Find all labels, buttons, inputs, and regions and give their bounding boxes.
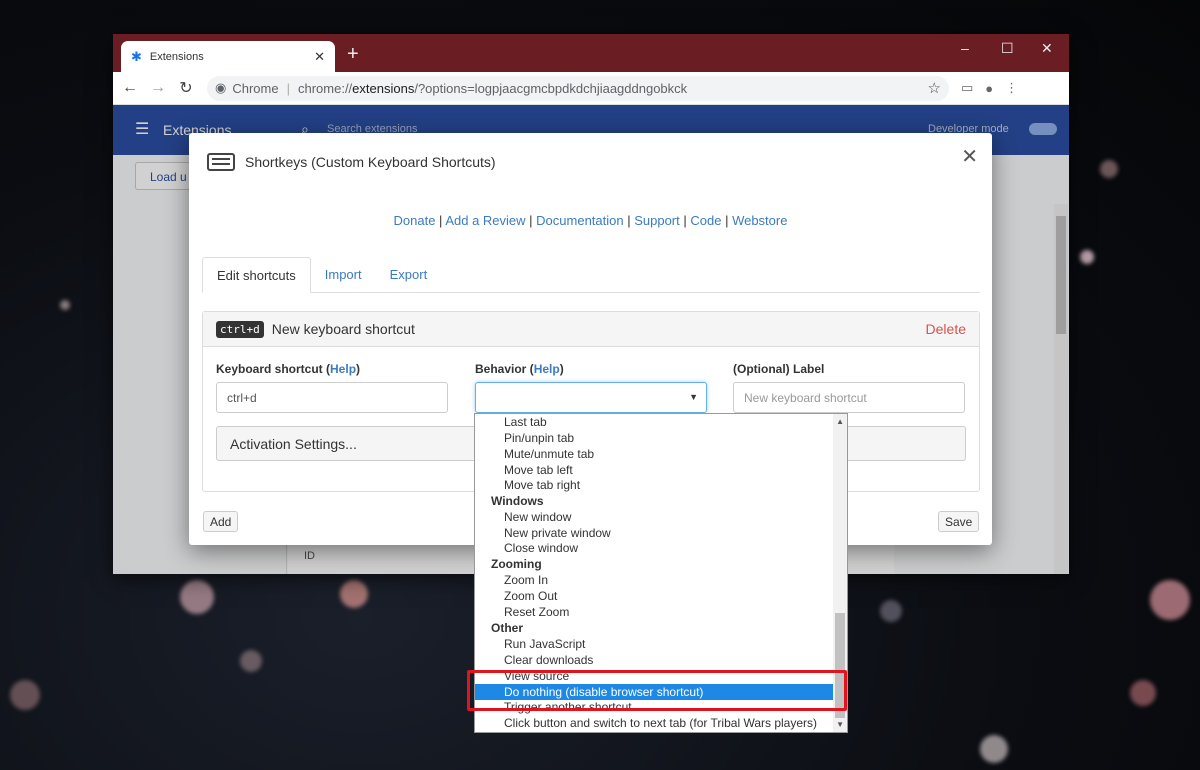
option-run-javascript[interactable]: Run JavaScript [475,636,833,652]
delete-link[interactable]: Delete [926,321,966,337]
option-move-tab-left[interactable]: Move tab left [475,462,833,478]
title-bar: ✱ Extensions ✕ + – ☐ ✕ [113,34,1069,72]
forward-icon[interactable]: → [147,79,169,97]
shortcut-title: New keyboard shortcut [272,321,415,337]
menu-dots-icon[interactable]: ⋮ [1005,80,1018,96]
option-last-tab[interactable]: Last tab [475,414,833,430]
option-close-window[interactable]: Close window [475,540,833,556]
bokeh-light [880,600,902,622]
tab-extensions[interactable]: ✱ Extensions ✕ [121,41,335,72]
url-text: chrome://extensions/?options=logpjaacgmc… [298,81,687,96]
close-tab-icon[interactable]: ✕ [314,49,325,65]
new-tab-button[interactable]: + [347,43,359,66]
link-documentation[interactable]: Documentation [536,213,623,228]
option-move-tab-right[interactable]: Move tab right [475,477,833,493]
dropdown-arrow-icon: ▼ [689,392,698,402]
group-zooming: Zooming [475,556,833,572]
bokeh-light [1130,680,1156,706]
extension-icon[interactable]: ▭ [961,80,973,96]
bokeh-light [10,680,40,710]
keyboard-shortcut-label: Keyboard shortcut (Help) [216,362,360,376]
option-pin-tab[interactable]: Pin/unpin tab [475,430,833,446]
dialog-title: Shortkeys (Custom Keyboard Shortcuts) [207,153,496,171]
dialog-tabs: Edit shortcuts Import Export [202,257,980,293]
group-windows: Windows [475,493,833,509]
link-code[interactable]: Code [690,213,721,228]
option-new-window[interactable]: New window [475,509,833,525]
bokeh-light [240,650,262,672]
bokeh-light [60,300,70,310]
behavior-label: Behavior (Help) [475,362,564,376]
keyboard-shortcut-field[interactable]: ctrl+d [216,382,448,413]
group-other: Other [475,620,833,636]
option-clear-downloads[interactable]: Clear downloads [475,652,833,668]
link-donate[interactable]: Donate [394,213,436,228]
option-zoom-out[interactable]: Zoom Out [475,588,833,604]
tab-edit-shortcuts[interactable]: Edit shortcuts [202,257,311,293]
reload-icon[interactable]: ↻ [175,78,197,98]
address-bar[interactable]: ◉ Chrome | chrome://extensions/?options=… [207,76,949,101]
help-link[interactable]: Help [330,362,356,376]
option-new-private-window[interactable]: New private window [475,525,833,541]
bokeh-light [980,735,1008,763]
option-zoom-in[interactable]: Zoom In [475,572,833,588]
dialog-title-text: Shortkeys (Custom Keyboard Shortcuts) [245,154,496,170]
bokeh-light [340,580,368,608]
bokeh-light [180,580,214,614]
close-window-button[interactable]: ✕ [1041,40,1053,57]
scroll-down-icon[interactable]: ▼ [836,720,844,729]
behavior-select[interactable]: ▼ [475,382,707,413]
add-button[interactable]: Add [203,511,238,532]
maximize-button[interactable]: ☐ [1001,40,1014,57]
separator: | [287,81,290,96]
bokeh-light [1150,580,1190,620]
bokeh-light [1100,160,1118,178]
link-webstore[interactable]: Webstore [732,213,787,228]
site-label: Chrome [232,81,278,96]
annotation-highlight-box [467,670,847,711]
shortcut-header[interactable]: ctrl+d New keyboard shortcut Delete [203,312,979,347]
option-mute-tab[interactable]: Mute/unmute tab [475,446,833,462]
minimize-button[interactable]: – [961,40,969,56]
shortcut-kbd: ctrl+d [216,321,264,338]
option-reset-zoom[interactable]: Reset Zoom [475,604,833,620]
bokeh-light [1080,250,1094,264]
tab-export[interactable]: Export [376,257,442,292]
browser-toolbar: ← → ↻ ◉ Chrome | chrome://extensions/?op… [113,72,1069,105]
scroll-up-icon[interactable]: ▲ [836,417,844,426]
avatar[interactable]: ● [985,81,993,96]
links-bar: Donate | Add a Review | Documentation | … [189,213,992,228]
keyboard-icon [207,153,235,171]
link-review[interactable]: Add a Review [445,213,525,228]
close-dialog-button[interactable]: ✕ [961,144,978,169]
label-field[interactable]: New keyboard shortcut [733,382,965,413]
option-click-button-next-tab[interactable]: Click button and switch to next tab (for… [475,715,847,731]
bookmark-star-icon[interactable]: ☆ [928,79,941,97]
help-link[interactable]: Help [534,362,560,376]
puzzle-icon: ✱ [131,49,142,65]
save-button[interactable]: Save [938,511,979,532]
tab-import[interactable]: Import [311,257,376,292]
back-icon[interactable]: ← [119,79,141,97]
chrome-icon: ◉ [215,80,226,96]
optional-label-label: (Optional) Label [733,362,824,376]
link-support[interactable]: Support [634,213,680,228]
tab-title: Extensions [150,51,306,63]
